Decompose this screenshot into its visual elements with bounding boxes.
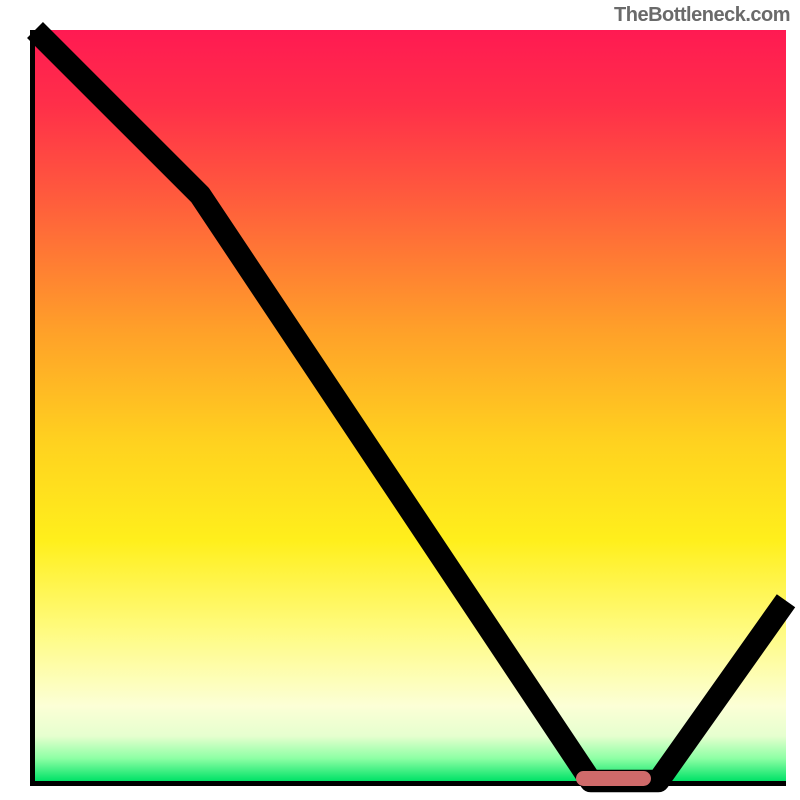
- bottleneck-chart: [30, 30, 786, 786]
- watermark-text: TheBottleneck.com: [614, 4, 790, 27]
- bottleneck-curve-path: [35, 30, 786, 781]
- optimal-range-marker: [576, 771, 651, 786]
- chart-curve-layer: [35, 30, 786, 781]
